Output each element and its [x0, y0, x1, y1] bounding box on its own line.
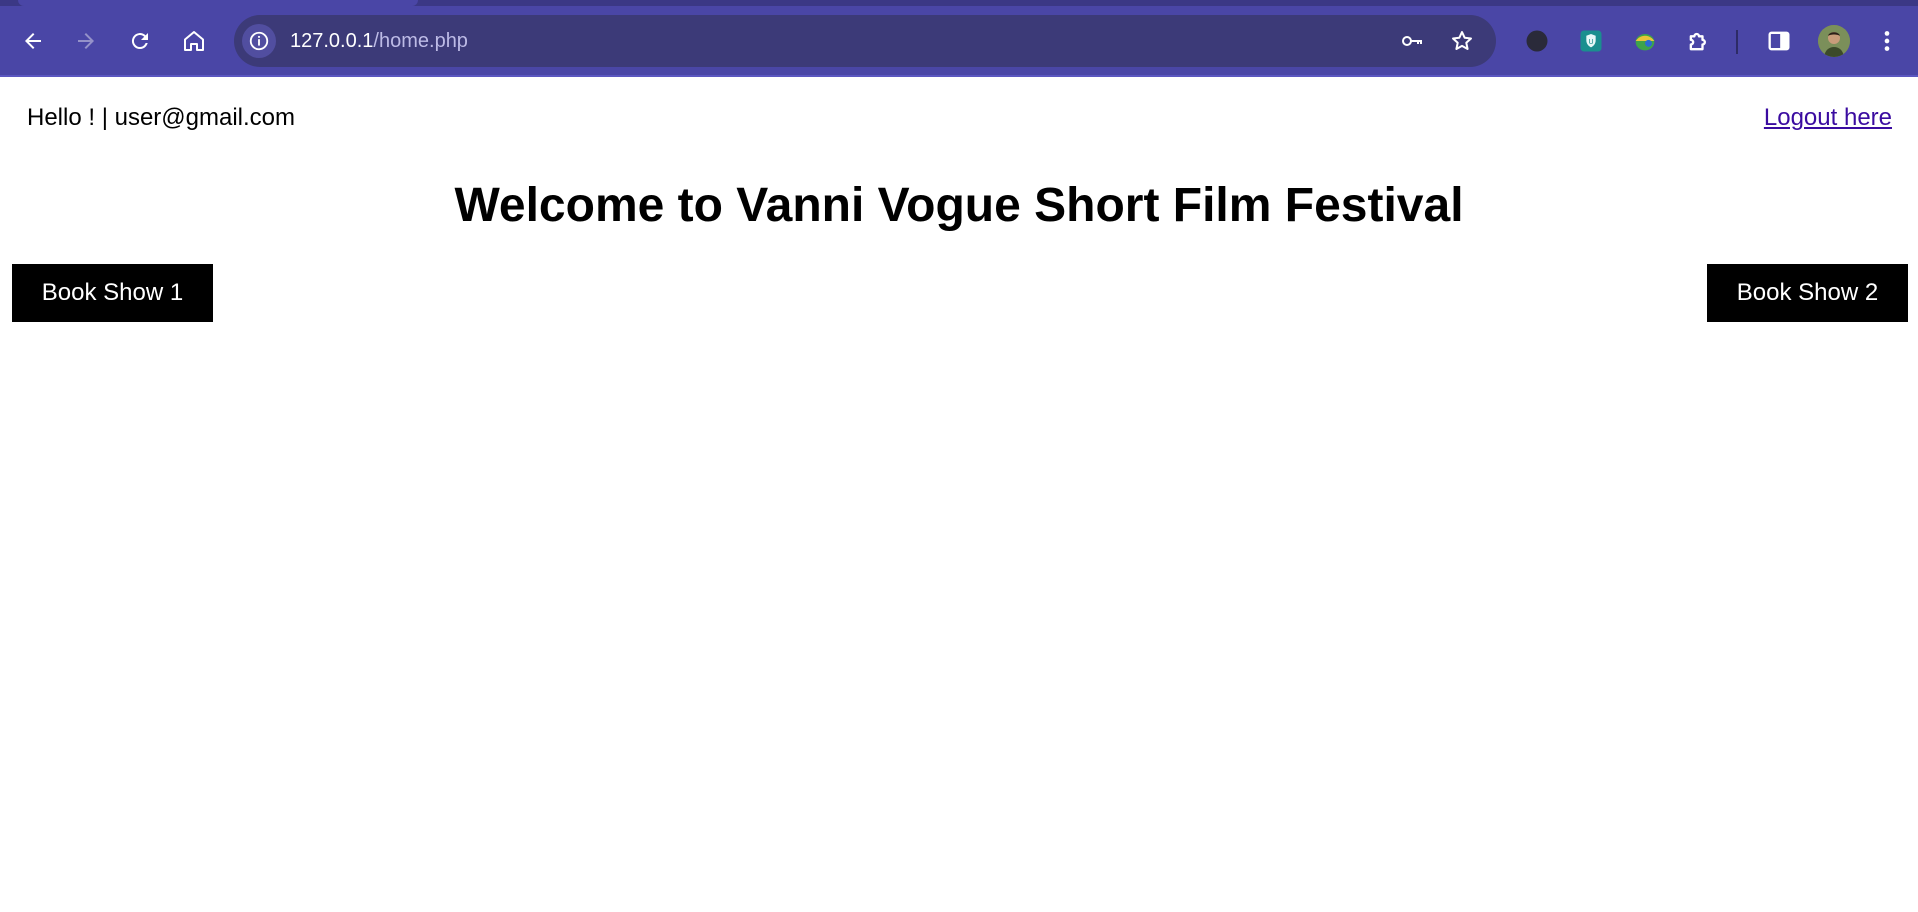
browser-toolbar: 127.0.0.1/home.php U — [0, 0, 1918, 77]
browser-menu-button[interactable] — [1870, 24, 1904, 58]
extension-button-1[interactable] — [1520, 24, 1554, 58]
extension-globe-icon — [1635, 34, 1655, 51]
book-show-2-button[interactable]: Book Show 2 — [1707, 264, 1908, 322]
side-panel-icon — [1768, 31, 1790, 51]
url-path: /home.php — [373, 30, 468, 52]
arrow-left-icon — [25, 33, 41, 49]
password-key-button[interactable] — [1398, 27, 1426, 55]
home-icon — [184, 31, 204, 51]
extension-moon-icon — [1526, 30, 1548, 52]
puzzle-icon — [1689, 32, 1706, 51]
avatar-icon — [1818, 25, 1850, 57]
book-show-1-button[interactable]: Book Show 1 — [12, 264, 213, 322]
user-greeting: Hello ! | user@gmail.com — [27, 104, 296, 131]
svg-text:U: U — [1588, 38, 1593, 46]
info-icon — [249, 31, 269, 51]
toolbar-divider — [1736, 30, 1738, 54]
profile-avatar[interactable] — [1818, 25, 1850, 57]
active-tab[interactable] — [18, 0, 418, 6]
arrow-right-icon — [78, 33, 94, 49]
address-bar[interactable]: 127.0.0.1/home.php — [234, 15, 1496, 67]
extension-shield-icon: U — [1580, 30, 1602, 52]
back-button[interactable] — [13, 21, 53, 61]
reload-icon — [131, 33, 148, 50]
home-button[interactable] — [174, 21, 214, 61]
logout-link[interactable]: Logout here — [1764, 104, 1892, 132]
extensions-button[interactable] — [1682, 24, 1716, 58]
tab-strip — [0, 0, 1918, 6]
extension-button-2[interactable]: U — [1574, 24, 1608, 58]
forward-button[interactable] — [66, 21, 106, 61]
page-title: Welcome to Vanni Vogue Short Film Festiv… — [454, 179, 1464, 232]
extension-button-3[interactable] — [1628, 24, 1662, 58]
url-text[interactable]: 127.0.0.1/home.php — [290, 29, 468, 53]
bookmark-button[interactable] — [1448, 27, 1476, 55]
reload-button[interactable] — [120, 21, 160, 61]
star-icon — [1452, 31, 1472, 50]
side-panel-button[interactable] — [1762, 24, 1796, 58]
url-host: 127.0.0.1 — [290, 30, 374, 52]
site-info-button[interactable] — [242, 24, 276, 58]
kebab-menu-icon — [1884, 31, 1890, 51]
key-icon — [1402, 36, 1422, 46]
